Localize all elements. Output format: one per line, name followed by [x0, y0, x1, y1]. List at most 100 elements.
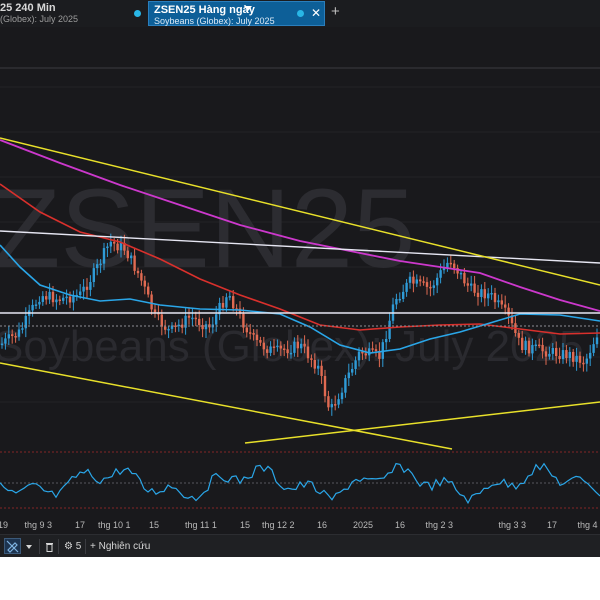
candle-body	[293, 341, 296, 353]
candle-body	[432, 285, 435, 288]
candle-body	[136, 270, 140, 274]
candle-body	[194, 317, 197, 320]
candle-body	[323, 375, 327, 397]
candle-body	[150, 294, 153, 310]
candle-body	[524, 340, 527, 351]
candle-body	[96, 264, 99, 269]
date-axis-label: thg 3 3	[498, 520, 527, 530]
candle-body	[245, 327, 248, 333]
candle-body	[544, 351, 548, 357]
candle-body	[21, 328, 24, 330]
candle-body	[303, 343, 306, 347]
candle-body	[92, 268, 95, 283]
candle-body	[109, 241, 112, 247]
indicators-button[interactable]: ⚙ 5	[64, 538, 81, 555]
candle-body	[395, 298, 398, 305]
candle-body	[289, 352, 293, 355]
trendline-lower[interactable]	[0, 362, 453, 450]
indicator-count: 5	[75, 541, 82, 552]
candle-body	[242, 313, 245, 328]
candle-body	[252, 333, 255, 335]
candle-body	[473, 283, 476, 293]
pencil-off-icon	[6, 540, 19, 553]
candle-body	[578, 355, 582, 363]
candle-body	[357, 351, 361, 361]
candle-body	[269, 346, 272, 353]
candle-body	[534, 344, 537, 347]
candle-body	[300, 343, 303, 349]
tab-active-subtitle: Soybeans (Globex): July 2025	[154, 16, 275, 26]
chevron-down-icon[interactable]	[26, 538, 32, 555]
candle-body	[167, 328, 170, 331]
date-axis-label: 2025	[353, 520, 374, 530]
date-axis-label: thg 4	[577, 520, 598, 530]
candle-body	[439, 270, 442, 278]
candle-body	[453, 263, 456, 269]
candle-body	[568, 351, 571, 359]
candle-body	[531, 345, 534, 354]
date-axis-label: thg 10 1	[98, 520, 131, 530]
candle-body	[232, 296, 235, 309]
price-chart[interactable]: ZSEN25 Soybeans (Globex): July 2025	[0, 27, 600, 515]
candle-body	[422, 281, 425, 283]
candle-body	[388, 320, 391, 339]
candle-body	[164, 326, 167, 330]
toolbar-divider	[58, 539, 59, 554]
candle-body	[140, 273, 143, 281]
candle-body	[446, 262, 449, 268]
candle-body	[354, 360, 357, 369]
candle-body	[463, 272, 466, 284]
candle-body	[55, 299, 58, 303]
candle-body	[476, 292, 480, 297]
candle-body	[62, 297, 65, 301]
research-button[interactable]: + Nghiên cứu	[90, 538, 150, 555]
candle-body	[340, 392, 344, 400]
candle-body	[347, 372, 350, 379]
candle-body	[582, 362, 585, 365]
candle-body	[14, 335, 17, 338]
candle-body	[327, 396, 330, 408]
candle-body	[572, 351, 575, 362]
candle-body	[548, 353, 551, 357]
candle-body	[317, 365, 320, 369]
candle-body	[412, 276, 415, 284]
candle-body	[89, 282, 92, 290]
candle-body	[517, 333, 520, 338]
candle-body	[215, 314, 218, 325]
draw-tools-button[interactable]	[4, 538, 21, 554]
add-tab-icon[interactable]: +	[331, 4, 340, 19]
candle-body	[364, 353, 367, 356]
toolbar-divider	[85, 539, 86, 554]
watermark-symbol: ZSEN25	[0, 166, 415, 291]
candle-body	[371, 348, 374, 350]
chevron-down-icon[interactable]	[244, 6, 252, 11]
candle-body	[7, 334, 10, 339]
close-icon[interactable]: ✕	[311, 7, 321, 19]
candle-body	[266, 349, 269, 353]
candle-body	[337, 399, 340, 405]
date-axis-label: 16	[317, 520, 328, 530]
candle-body	[133, 255, 136, 271]
candle-body	[51, 291, 55, 303]
tab-zsen25-daily[interactable]: ZSEN25 Hàng ngày Soybeans (Globex): July…	[148, 1, 325, 26]
candle-body	[538, 344, 541, 347]
candle-body	[17, 329, 21, 337]
trendline-rising[interactable]	[244, 401, 600, 444]
candle-body	[585, 358, 588, 364]
candle-body	[153, 309, 157, 313]
candle-body	[449, 262, 452, 265]
candle-body	[483, 289, 486, 299]
candle-body	[102, 248, 106, 264]
candle-body	[541, 344, 544, 352]
candle-body	[286, 349, 289, 354]
candle-body	[4, 338, 7, 344]
candle-body	[480, 289, 483, 297]
tab-active-title: ZSEN25 Hàng ngày	[154, 4, 255, 16]
candle-body	[126, 250, 129, 259]
candle-body	[551, 347, 554, 354]
date-axis-label: thg 12 2	[262, 520, 295, 530]
trash-icon[interactable]	[45, 538, 54, 555]
candle-body	[565, 350, 568, 359]
candle-body	[262, 342, 265, 350]
candle-body	[272, 346, 276, 348]
